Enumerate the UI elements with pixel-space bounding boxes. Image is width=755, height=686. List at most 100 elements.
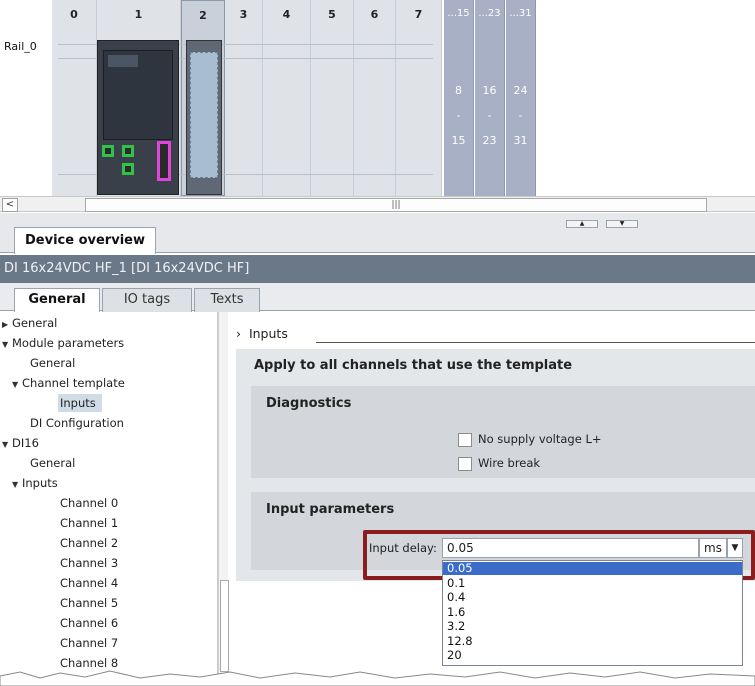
tree-vertical-scrollbar[interactable]	[218, 312, 229, 686]
section-divider	[316, 342, 755, 343]
input-delay-dropdown-list[interactable]: 0.05 0.1 0.4 1.6 3.2 12.8 20	[442, 560, 743, 666]
tree-item[interactable]: Channel 1	[60, 514, 118, 532]
slot-header: 5	[328, 8, 336, 21]
tree-item[interactable]: Channel 7	[60, 634, 118, 652]
dropdown-option[interactable]: 0.4	[443, 591, 742, 604]
profibus-port-icon[interactable]	[157, 141, 171, 181]
tree-item-label: Channel 5	[60, 596, 119, 610]
slot-header: 4	[282, 8, 291, 21]
tree-item[interactable]: ▶ General	[2, 314, 57, 332]
tree-item-label: General	[12, 316, 58, 330]
tree-item-label: General	[30, 456, 76, 470]
tree-item[interactable]: Channel 4	[60, 574, 118, 592]
ethernet-port-icon[interactable]	[122, 163, 134, 175]
scroll-thumb[interactable]: |||	[85, 198, 707, 212]
tree-item[interactable]: General	[30, 354, 75, 372]
group-header: ...31	[509, 8, 532, 19]
dropdown-option[interactable]: 0.1	[443, 576, 742, 590]
di-module-terminal-strip	[190, 52, 218, 178]
group-label: -	[487, 109, 492, 122]
dropdown-option[interactable]: 1.6	[443, 605, 742, 619]
diagnostics-group: Diagnostics No supply voltage L+ Wire br…	[251, 386, 755, 478]
tab-general[interactable]: General	[14, 288, 100, 313]
tree-scroll-thumb[interactable]	[220, 580, 229, 672]
collapse-arrow-icon[interactable]: ▶	[2, 316, 12, 334]
group-label: 31	[513, 134, 528, 147]
section-header-label: Inputs	[248, 326, 288, 341]
slot-header: 3	[239, 8, 248, 21]
expand-arrow-icon[interactable]: ▼	[12, 476, 22, 494]
slot-3[interactable]: 3	[225, 0, 263, 196]
ethernet-port-icon[interactable]	[122, 145, 134, 157]
tree-item[interactable]: Channel 5	[60, 594, 118, 612]
dropdown-option[interactable]: 3.2	[443, 620, 742, 633]
tree-item[interactable]: Channel 0	[60, 494, 118, 512]
tree-item[interactable]: ▼ Inputs	[12, 474, 58, 492]
tree-item-label: Channel 3	[60, 556, 119, 570]
tree-item-label: DI Configuration	[30, 416, 124, 430]
dropdown-option[interactable]: 20	[443, 649, 742, 662]
group-label: 8	[455, 84, 462, 97]
tree-item-label: Inputs	[60, 396, 96, 410]
slot-0[interactable]: 0	[52, 0, 97, 196]
slot-group-24-31[interactable]: ...31 24 - 31	[506, 0, 536, 196]
tree-item[interactable]: General	[30, 454, 75, 472]
expand-arrow-icon[interactable]: ▼	[2, 436, 12, 454]
slot-header: 6	[370, 8, 379, 21]
tree-item-label: DI16	[12, 436, 39, 450]
group-header: ...15	[447, 8, 470, 19]
slot-header: 0	[70, 8, 78, 21]
wire-break-label: Wire break	[478, 456, 541, 470]
expand-down-button[interactable]: ▼	[606, 220, 638, 228]
horizontal-scrollbar[interactable]: < |||	[0, 196, 755, 212]
tab-texts[interactable]: Texts	[194, 288, 260, 312]
tree-item-label: Module parameters	[12, 336, 125, 350]
dropdown-option[interactable]: 0.05	[443, 562, 742, 575]
rack-view: Rail_0 0 1 2 3 4 5 6 7 ...15 8 - 15 ...2…	[0, 0, 755, 196]
tree-item-label: Channel 2	[60, 536, 119, 550]
tree-item-label: Channel 4	[60, 576, 119, 590]
expand-arrow-icon[interactable]: ▼	[2, 336, 12, 354]
chevron-down-icon[interactable]: ▼	[727, 538, 743, 558]
slot-group-16-23[interactable]: ...23 16 - 23	[475, 0, 505, 196]
tree-item-label: Channel 7	[60, 636, 119, 650]
tree-item-label: Channel 1	[60, 516, 119, 530]
group-label: 24	[513, 84, 528, 97]
dropdown-option[interactable]: 12.8	[443, 634, 742, 648]
tree-item[interactable]: Channel 2	[60, 534, 118, 552]
slot-4[interactable]: 4	[263, 0, 311, 196]
slot-7[interactable]: 7	[396, 0, 442, 196]
diagnostics-title: Diagnostics	[266, 396, 352, 411]
input-delay-field[interactable]: 0.05	[442, 538, 699, 558]
input-delay-label: Input delay:	[369, 541, 437, 555]
tree-item[interactable]: Inputs	[58, 394, 102, 412]
tree-item-label: Channel 0	[60, 496, 119, 510]
tree-item[interactable]: ▼ DI16	[2, 434, 39, 452]
collapse-up-button[interactable]: ▲	[566, 220, 598, 228]
tab-device-overview[interactable]: Device overview	[14, 227, 156, 254]
scroll-left-button[interactable]: <	[2, 198, 18, 212]
slot-6[interactable]: 6	[354, 0, 396, 196]
expand-arrow-icon[interactable]: ▼	[12, 376, 22, 394]
tree-item[interactable]: Channel 6	[60, 614, 118, 632]
navigation-tree: ▶ General ▼ Module parameters General ▼ Channe…	[0, 312, 218, 686]
input-delay-unit: ms	[699, 538, 727, 558]
tree-item[interactable]: ▼ Module parameters	[2, 334, 124, 352]
tree-item[interactable]: Channel 3	[60, 554, 118, 572]
ethernet-port-icon[interactable]	[102, 145, 114, 157]
slot-group-8-15[interactable]: ...15 8 - 15	[444, 0, 474, 196]
no-supply-voltage-checkbox[interactable]	[458, 433, 472, 447]
cpu-screen	[108, 55, 138, 67]
slot-5[interactable]: 5	[311, 0, 354, 196]
tree-item-label: General	[30, 356, 76, 370]
tree-item[interactable]: ▼ Channel template	[12, 374, 125, 392]
tree-item[interactable]: DI Configuration	[30, 414, 124, 432]
group-header: ...23	[478, 8, 501, 19]
section-header[interactable]: › Inputs	[236, 326, 288, 341]
group-label: 16	[482, 84, 497, 97]
tab-io-tags[interactable]: IO tags	[102, 288, 192, 312]
wire-break-checkbox[interactable]	[458, 457, 472, 471]
no-supply-voltage-label: No supply voltage L+	[478, 432, 602, 446]
property-tabs: General IO tags Texts	[0, 283, 755, 313]
slot-header: 2	[199, 9, 207, 22]
